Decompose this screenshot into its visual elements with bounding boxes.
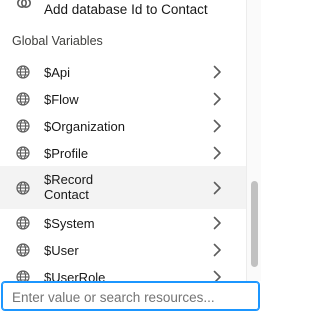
globe-icon [16, 92, 30, 106]
section-header-global-variables: Global Variables [12, 34, 103, 48]
chevron-right-icon [212, 270, 222, 281]
list-item-user[interactable]: $User [0, 236, 246, 263]
list-item-api[interactable]: $Api [0, 58, 246, 85]
chevron-right-icon [212, 243, 222, 257]
scrollbar-thumb[interactable] [251, 181, 258, 267]
globe-icon [16, 119, 30, 133]
list-item-label: $Profile [44, 146, 89, 161]
chevron-right-icon [212, 92, 222, 106]
list-item-sublabel: Contact [44, 187, 89, 202]
list-item-label: $UserRole [44, 270, 106, 281]
list-item-organization[interactable]: $Organization [0, 112, 246, 139]
search-field[interactable] [1, 281, 260, 311]
list-item-label: $Flow [44, 92, 79, 107]
list-item-label: $User [44, 243, 79, 258]
list-item-profile[interactable]: $Profile [0, 139, 246, 166]
globe-icon [16, 65, 30, 79]
merge-icon [16, 0, 32, 11]
chevron-right-icon [212, 146, 222, 160]
list-item-label: $Api [44, 65, 71, 80]
chevron-right-icon [212, 181, 222, 195]
list-item-label: $System [44, 216, 95, 231]
list-item-add-database-id[interactable]: Add database Id to Contact [0, 0, 246, 22]
chevron-right-icon [212, 65, 222, 79]
list-item-user-role[interactable]: $UserRole [0, 263, 246, 281]
globe-icon [16, 270, 30, 281]
list-item-system[interactable]: $System [0, 209, 246, 236]
scrollbar-track[interactable] [246, 0, 261, 281]
top-item-label: Add database Id to Contact [44, 2, 208, 17]
list-item-flow[interactable]: $Flow [0, 85, 246, 112]
chevron-right-icon [212, 119, 222, 133]
chevron-right-icon [212, 216, 222, 230]
globe-icon [16, 181, 30, 195]
list-item-label-group: $Record Contact [44, 172, 93, 202]
list-item-label: $Organization [44, 119, 125, 134]
search-input[interactable] [12, 287, 252, 307]
list-item-record[interactable]: $Record Contact [0, 166, 246, 209]
globe-icon [16, 216, 30, 230]
resource-picker-panel: Add database Id to Contact Global Variab… [0, 0, 261, 281]
globe-icon [16, 243, 30, 257]
globe-icon [16, 146, 30, 160]
list-item-label: $Record [44, 172, 94, 187]
